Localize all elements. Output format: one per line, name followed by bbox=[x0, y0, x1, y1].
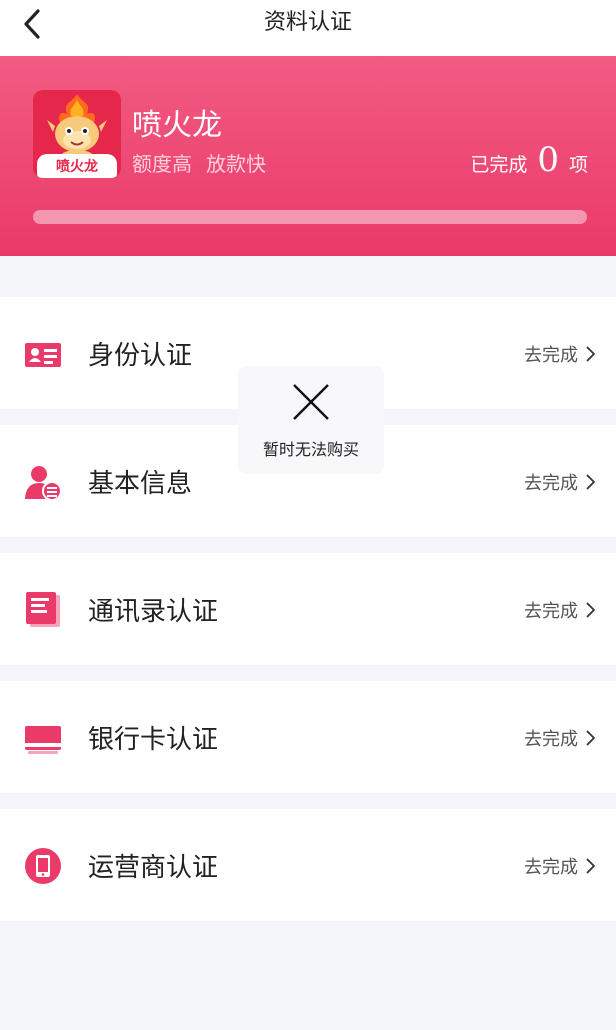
item-label: 基本信息 bbox=[88, 469, 193, 499]
close-icon bbox=[293, 384, 329, 420]
list-item-contacts-verification[interactable]: 通讯录认证 去完成 bbox=[0, 553, 616, 665]
chevron-left-icon bbox=[24, 9, 40, 39]
item-action-label: 去完成 bbox=[524, 857, 578, 878]
complete-link[interactable]: 去完成 bbox=[524, 725, 596, 751]
app-tag: 额度高 bbox=[132, 152, 192, 176]
chevron-right-icon bbox=[586, 858, 596, 874]
complete-link[interactable]: 去完成 bbox=[524, 341, 596, 367]
complete-link[interactable]: 去完成 bbox=[524, 469, 596, 495]
chevron-right-icon bbox=[586, 474, 596, 490]
item-action-label: 去完成 bbox=[524, 473, 578, 494]
progress-count: 已完成 0 项 bbox=[470, 140, 588, 180]
bank-card-icon bbox=[25, 726, 61, 754]
progress-suffix: 项 bbox=[568, 154, 588, 176]
app-tags: 额度高 放款快 bbox=[132, 148, 266, 177]
page-title: 资料认证 bbox=[263, 10, 352, 35]
item-label: 银行卡认证 bbox=[88, 725, 219, 755]
list-item-carrier-verification[interactable]: 运营商认证 去完成 bbox=[0, 809, 616, 921]
progress-number: 0 bbox=[537, 140, 559, 180]
complete-link[interactable]: 去完成 bbox=[524, 597, 596, 623]
item-label: 通讯录认证 bbox=[88, 597, 219, 627]
app-name: 喷火龙 bbox=[132, 108, 222, 143]
header-banner: 喷火龙 喷火龙 额度高 放款快 已完成 0 项 bbox=[0, 56, 616, 256]
item-label: 身份认证 bbox=[88, 341, 193, 371]
error-toast: 暂时无法购买 bbox=[238, 366, 384, 474]
item-action-label: 去完成 bbox=[524, 729, 578, 750]
complete-link[interactable]: 去完成 bbox=[524, 853, 596, 879]
item-action-label: 去完成 bbox=[524, 345, 578, 366]
logo-caption: 喷火龙 bbox=[37, 154, 117, 178]
item-label: 运营商认证 bbox=[88, 853, 219, 883]
progress-bar bbox=[33, 210, 587, 224]
chevron-right-icon bbox=[586, 602, 596, 618]
list-item-bank-card-verification[interactable]: 银行卡认证 去完成 bbox=[0, 681, 616, 793]
back-button[interactable] bbox=[14, 6, 50, 42]
chevron-right-icon bbox=[586, 346, 596, 362]
phone-icon bbox=[25, 848, 61, 884]
app-tag: 放款快 bbox=[206, 152, 266, 176]
chevron-right-icon bbox=[586, 730, 596, 746]
nav-bar: 资料认证 bbox=[0, 0, 616, 56]
contacts-book-icon bbox=[26, 592, 60, 627]
toast-message: 暂时无法购买 bbox=[262, 440, 359, 459]
user-info-icon bbox=[25, 466, 62, 501]
item-action-label: 去完成 bbox=[524, 601, 578, 622]
app-logo: 喷火龙 bbox=[33, 90, 121, 178]
id-card-icon bbox=[25, 343, 61, 367]
progress-prefix: 已完成 bbox=[470, 154, 528, 176]
